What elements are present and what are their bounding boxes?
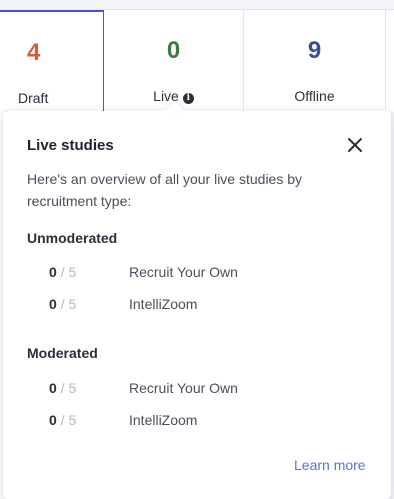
section-title-moderated: Moderated — [27, 345, 98, 361]
draft-label: Draft — [18, 90, 49, 106]
popover-description: Here's an overview of all your live stud… — [27, 171, 303, 209]
study-count: 0 / 5 — [49, 412, 76, 428]
study-count: 0 / 5 — [49, 380, 76, 396]
recruitment-type: Recruit Your Own — [129, 380, 238, 396]
stat-draft-tab[interactable]: 4 Draft — [0, 10, 104, 112]
learn-more-link[interactable]: Learn more — [294, 457, 366, 473]
close-icon[interactable] — [346, 136, 364, 154]
recruitment-type: Recruit Your Own — [129, 264, 238, 280]
offline-label: Offline — [294, 88, 335, 104]
count-max: 5 — [68, 380, 77, 396]
count-max: 5 — [68, 412, 77, 428]
stat-offline-tab[interactable]: 9 Offline — [244, 10, 386, 112]
study-status-bar: 4 Draft 0 Live i 9 Offline — [0, 9, 394, 112]
recruitment-type: IntelliZoom — [129, 412, 198, 428]
count-separator: / — [60, 380, 65, 396]
count-separator: / — [60, 264, 65, 280]
live-count: 0 — [166, 37, 181, 64]
count-separator: / — [60, 412, 65, 428]
count-separator: / — [60, 296, 65, 312]
draft-count: 4 — [27, 39, 41, 66]
recruitment-type: IntelliZoom — [129, 296, 198, 312]
live-studies-popover: Live studies Here's an overview of all y… — [3, 101, 391, 499]
study-count-row: 0 / 5 IntelliZoom — [3, 412, 391, 432]
section-title-unmoderated: Unmoderated — [27, 230, 118, 246]
study-count-row: 0 / 5 Recruit Your Own — [3, 380, 391, 400]
count-value: 0 — [49, 412, 57, 428]
info-icon[interactable]: i — [182, 93, 194, 104]
offline-count: 9 — [307, 37, 322, 64]
study-count: 0 / 5 — [49, 296, 76, 312]
study-count: 0 / 5 — [49, 264, 76, 280]
study-count-row: 0 / 5 IntelliZoom — [3, 296, 391, 316]
count-value: 0 — [49, 264, 57, 280]
count-value: 0 — [49, 296, 57, 312]
count-max: 5 — [68, 264, 77, 280]
study-count-row: 0 / 5 Recruit Your Own — [3, 264, 391, 284]
stat-live-tab[interactable]: 0 Live i — [104, 10, 244, 112]
count-value: 0 — [49, 380, 57, 396]
count-max: 5 — [68, 296, 77, 312]
popover-title: Live studies — [27, 137, 114, 154]
top-strip — [0, 0, 394, 9]
